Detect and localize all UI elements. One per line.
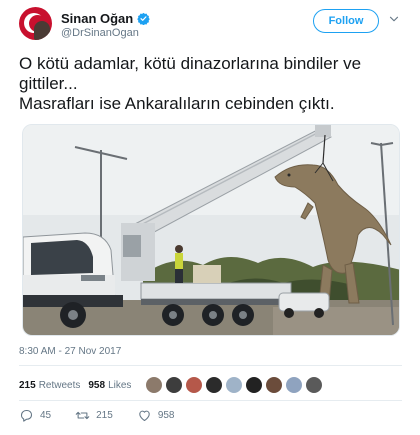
liker-avatar[interactable] (165, 376, 184, 394)
tweet-photo[interactable] (22, 124, 400, 336)
likes-stat[interactable]: 958 Likes (88, 380, 131, 391)
likes-count: 958 (88, 379, 106, 391)
author-handle[interactable]: @DrSinanOgan (61, 27, 139, 39)
liker-avatar[interactable] (285, 376, 304, 394)
liker-avatar[interactable] (245, 376, 264, 394)
liker-avatar[interactable] (265, 376, 284, 394)
tweet-text-line: O kötü adamlar, kötü dinazorlarına bindi… (19, 54, 362, 93)
profile-avatar[interactable] (19, 7, 52, 40)
tweet-stats: 215 Retweets 958 Likes (19, 375, 325, 395)
follow-button[interactable]: Follow (313, 9, 379, 33)
tweet-text-line: Masrafları ise Ankaralıların cebinden çı… (19, 94, 335, 113)
avatar-portrait (34, 21, 50, 40)
tweet-timestamp[interactable]: 8:30 AM - 27 Nov 2017 (19, 346, 121, 357)
liker-avatar[interactable] (145, 376, 164, 394)
liker-avatar[interactable] (225, 376, 244, 394)
likes-label: Likes (108, 379, 132, 391)
photo-crane-truck-dinosaur (23, 125, 399, 335)
tweet-text: O kötü adamlar, kötü dinazorlarına bindi… (19, 54, 404, 114)
like-action-count: 958 (157, 409, 175, 421)
divider (19, 400, 402, 401)
retweets-label: Retweets (38, 379, 81, 391)
retweet-action-count: 215 (96, 409, 113, 421)
author-display-name[interactable]: Sinan Oğan (61, 11, 133, 26)
reply-icon (20, 409, 33, 422)
tweet-card: Sinan Oğan @DrSinanOgan Follow O kötü ad… (0, 0, 420, 435)
liker-avatar[interactable] (305, 376, 324, 394)
retweet-button[interactable]: 215 (75, 408, 113, 423)
verified-badge-icon (137, 12, 151, 25)
author-name-row[interactable]: Sinan Oğan (61, 10, 151, 26)
reply-button[interactable]: 45 (19, 408, 51, 423)
liker-avatar[interactable] (185, 376, 204, 394)
like-button[interactable]: 958 (137, 408, 175, 423)
liker-avatars (145, 376, 325, 394)
retweet-icon (75, 411, 90, 419)
heart-icon (139, 410, 150, 421)
retweets-count: 215 (19, 379, 36, 391)
divider (19, 365, 402, 366)
liker-avatar[interactable] (205, 376, 224, 394)
chevron-down-icon[interactable] (387, 12, 401, 26)
tweet-header: Sinan Oğan @DrSinanOgan Follow (19, 7, 401, 43)
retweets-stat[interactable]: 215 Retweets (19, 380, 80, 391)
reply-count: 45 (40, 409, 52, 421)
tweet-actions: 45 215 958 (19, 406, 199, 424)
